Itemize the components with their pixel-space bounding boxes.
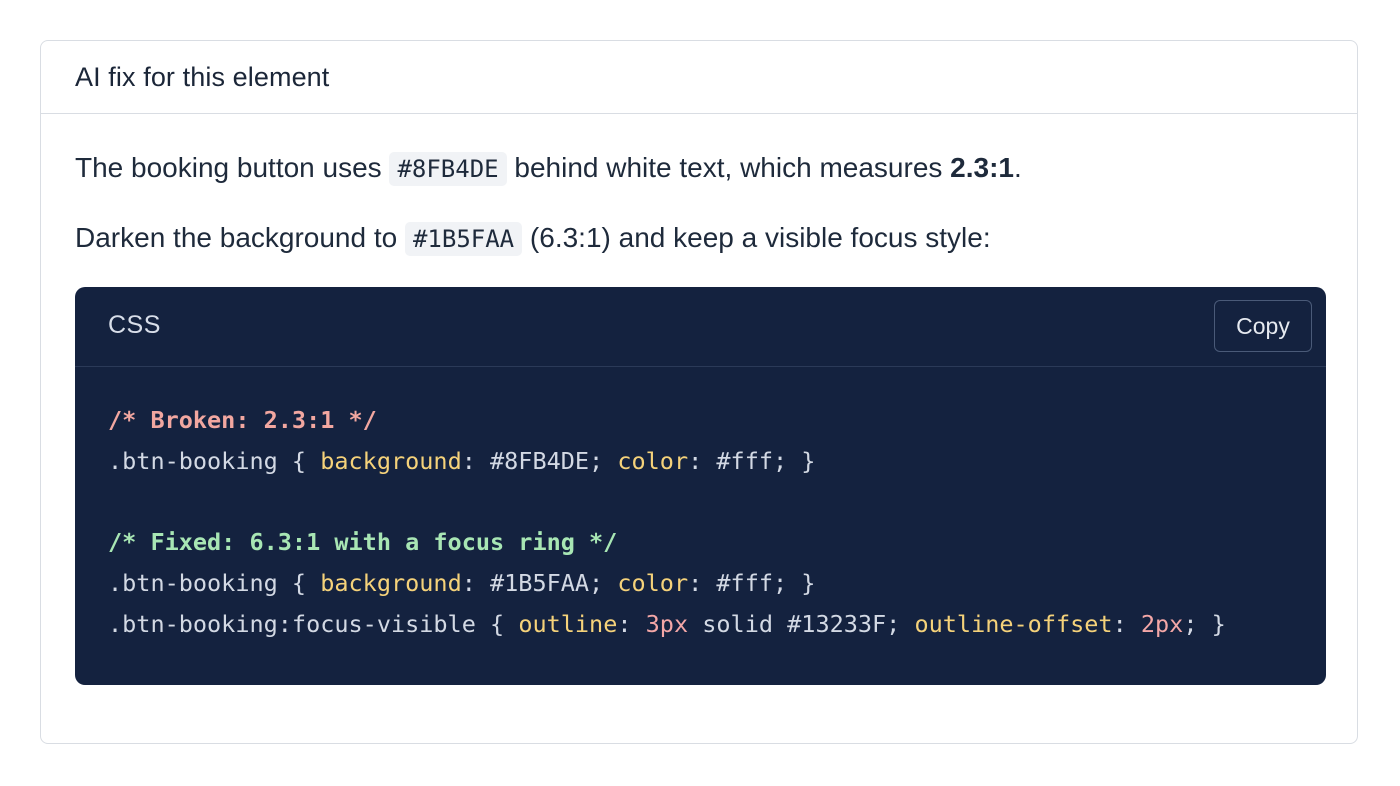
code-language-label: CSS xyxy=(108,311,161,339)
code-token-prop: background xyxy=(320,447,462,475)
code-block-header: CSS Copy xyxy=(75,287,1326,367)
code-token-prop: outline-offset xyxy=(914,610,1113,638)
p2-text-before: Darken the background to xyxy=(75,222,405,253)
code-token-plain: : #1B5FAA; xyxy=(461,569,618,597)
code-token-num: 3px xyxy=(645,610,689,638)
code-token-plain: solid #13233F; xyxy=(688,610,915,638)
code-token-plain: : #fff; } xyxy=(688,447,816,475)
explanation-paragraph-2: Darken the background to #1B5FAA (6.3:1)… xyxy=(75,218,991,259)
code-token-prop: background xyxy=(320,569,462,597)
p2-text-after: (6.3:1) and keep a visible focus style: xyxy=(522,222,991,253)
code-token-plain: ; } xyxy=(1183,610,1226,638)
code-token-num: 2px xyxy=(1140,610,1184,638)
code-token-fixed: /* Fixed: 6.3:1 with a focus ring */ xyxy=(108,528,618,556)
code-token-plain: .btn-booking { xyxy=(108,447,321,475)
code-token-prop: color xyxy=(617,447,689,475)
contrast-ratio-value: 2.3:1 xyxy=(950,152,1014,183)
code-token-plain: .btn-booking { xyxy=(108,569,321,597)
card-header: AI fix for this element xyxy=(41,41,1357,114)
explanation-paragraph-1: The booking button uses #8FB4DE behind w… xyxy=(75,148,1022,189)
code-token-plain: : #8FB4DE; xyxy=(461,447,618,475)
inline-code-broken-color: #8FB4DE xyxy=(389,152,507,186)
code-token-broken: /* Broken: 2.3:1 */ xyxy=(108,406,377,434)
p1-text-end: . xyxy=(1014,152,1022,183)
code-token-plain: .btn-booking:focus-visible { xyxy=(108,610,519,638)
code-token-prop: outline xyxy=(518,610,618,638)
code-line: .btn-booking { background: #1B5FAA; colo… xyxy=(108,563,1226,604)
card-title: AI fix for this element xyxy=(75,61,330,92)
copy-button[interactable]: Copy xyxy=(1214,300,1312,352)
code-line: .btn-booking:focus-visible { outline: 3p… xyxy=(108,604,1226,645)
p1-text-before: The booking button uses xyxy=(75,152,390,183)
code-line: /* Broken: 2.3:1 */ xyxy=(108,400,1226,441)
code-block: CSS Copy /* Broken: 2.3:1 */ .btn-booking… xyxy=(75,287,1326,685)
code-line: .btn-booking { background: #8FB4DE; colo… xyxy=(108,441,1226,482)
ai-fix-card: AI fix for this element The booking butt… xyxy=(40,40,1358,744)
code-token-plain: : #fff; } xyxy=(688,569,816,597)
code-token-plain: : xyxy=(1112,610,1141,638)
code-token-plain: : xyxy=(617,610,646,638)
code-line: /* Fixed: 6.3:1 with a focus ring */ xyxy=(108,522,1226,563)
code-token-prop: color xyxy=(617,569,689,597)
inline-code-fixed-color: #1B5FAA xyxy=(404,222,523,256)
code-body: /* Broken: 2.3:1 */ .btn-booking { backgr… xyxy=(108,400,1226,645)
p1-text-after: behind white text, which measures xyxy=(506,152,951,183)
